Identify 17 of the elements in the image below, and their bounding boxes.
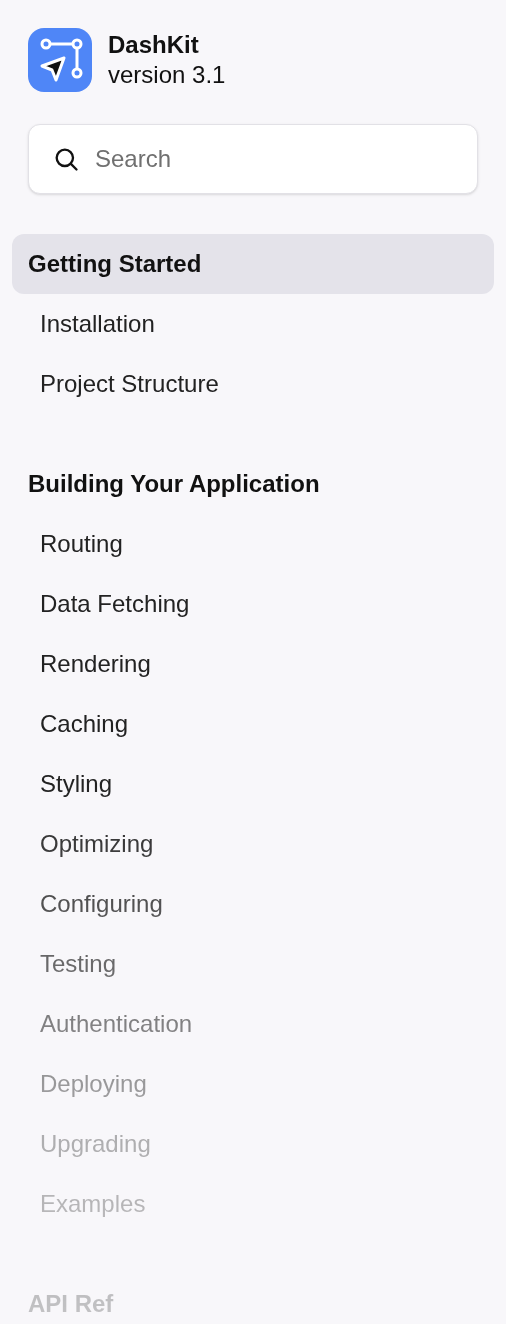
nav-item[interactable]: Routing	[0, 514, 506, 574]
nav-item[interactable]: Optimizing	[0, 814, 506, 874]
nav-item[interactable]: Data Fetching	[0, 574, 506, 634]
section-heading[interactable]: Building Your Application	[12, 454, 494, 514]
nav-item[interactable]: Styling	[0, 754, 506, 814]
nav-item[interactable]: Caching	[0, 694, 506, 754]
app-version: version 3.1	[108, 60, 226, 90]
nav-item[interactable]: Configuring	[0, 874, 506, 934]
section-heading[interactable]: Getting Started	[12, 234, 494, 294]
nav-item[interactable]: Testing	[0, 934, 506, 994]
nav-item[interactable]: Project Structure	[0, 354, 506, 414]
app-logo-icon	[28, 28, 92, 92]
app-name: DashKit	[108, 30, 200, 60]
search-field[interactable]: Search	[28, 124, 478, 194]
nav-item[interactable]: Rendering	[0, 634, 506, 694]
nav-item[interactable]: Authentication	[0, 994, 506, 1054]
nav-item[interactable]: Installation	[0, 294, 506, 354]
